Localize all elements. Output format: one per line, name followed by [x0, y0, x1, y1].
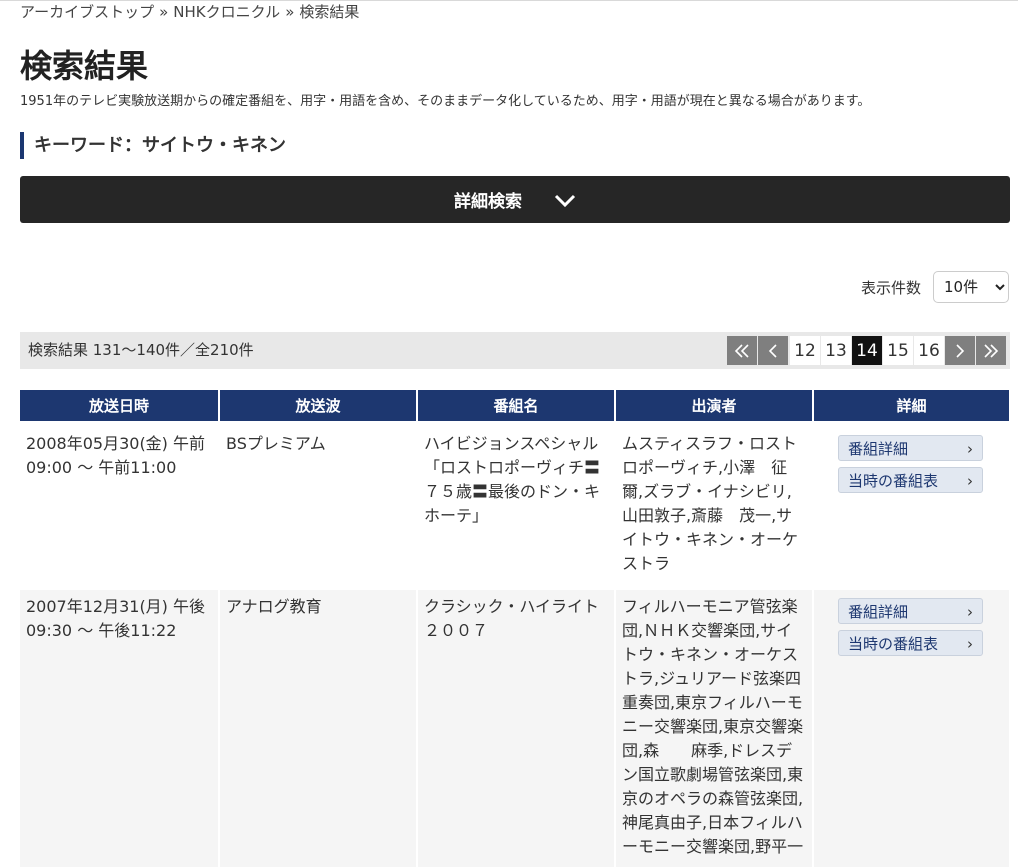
- header-performers: 出演者: [614, 390, 812, 421]
- program-detail-button[interactable]: 番組詳細 ›: [838, 598, 983, 624]
- page-next-button[interactable]: [945, 336, 975, 365]
- breadcrumb-current: 検索結果: [299, 3, 360, 21]
- chevron-right-icon: [956, 343, 965, 358]
- top-divider: [0, 0, 1018, 1]
- pagination: 12 13 14 15 16: [726, 336, 1006, 365]
- cell-detail: 番組詳細 › 当時の番組表 ›: [812, 590, 1009, 867]
- cell-performers: フィルハーモニア管弦楽団,ＮＨＫ交響楽団,サイトウ・キネン・オーケストラ,ジュリ…: [614, 590, 812, 867]
- detail-search-label: 詳細検索: [454, 192, 522, 212]
- per-page-select[interactable]: 10件: [933, 271, 1009, 303]
- page-title: 検索結果: [20, 47, 149, 85]
- breadcrumb-separator: »: [285, 3, 295, 21]
- program-schedule-label: 当時の番組表: [848, 472, 939, 490]
- page-first-button[interactable]: [727, 336, 757, 365]
- breadcrumb-separator: »: [159, 3, 169, 21]
- cell-datetime: 2008年05月30(金) 午前09:00 〜 午前11:00: [20, 427, 218, 584]
- header-program: 番組名: [416, 390, 614, 421]
- page-number-12[interactable]: 12: [790, 336, 820, 365]
- chevron-down-icon: [554, 194, 576, 207]
- results-table: 放送日時 放送波 番組名 出演者 詳細 2008年05月30(金) 午前09:0…: [20, 390, 1009, 867]
- cell-performers: ムスティスラフ・ロストロポーヴィチ,小澤 征爾,ズラブ・イナシビリ,山田敦子,斎…: [614, 427, 812, 584]
- program-schedule-button[interactable]: 当時の番組表 ›: [838, 630, 983, 656]
- header-detail: 詳細: [812, 390, 1009, 421]
- page-number-16[interactable]: 16: [914, 336, 944, 365]
- program-detail-label: 番組詳細: [848, 440, 909, 458]
- page-prev-button[interactable]: [758, 336, 788, 365]
- chevron-left-icon: [768, 343, 777, 358]
- table-row: 2008年05月30(金) 午前09:00 〜 午前11:00 BSプレミアム …: [20, 427, 1009, 584]
- page-note: 1951年のテレビ実験放送期からの確定番組を、用字・用語を含め、そのままデータ化…: [20, 94, 871, 109]
- results-summary-bar: 検索結果 131〜140件／全210件 12 13 14 15 16: [20, 332, 1010, 369]
- cell-channel: アナログ教育: [218, 590, 416, 867]
- chevron-right-icon: ›: [967, 603, 973, 621]
- cell-program: ハイビジョンスペシャル「ロストロポーヴィチ〓７５歳〓最後のドン・キホーテ」: [416, 427, 614, 584]
- chevron-right-icon: ›: [967, 440, 973, 458]
- page-last-button[interactable]: [976, 336, 1006, 365]
- table-header-row: 放送日時 放送波 番組名 出演者 詳細: [20, 390, 1009, 421]
- header-channel: 放送波: [218, 390, 416, 421]
- cell-program: クラシック・ハイライト２００７: [416, 590, 614, 867]
- results-count: 検索結果 131〜140件／全210件: [28, 341, 254, 359]
- program-detail-button[interactable]: 番組詳細 ›: [838, 435, 983, 461]
- program-schedule-button[interactable]: 当時の番組表 ›: [838, 467, 983, 493]
- cell-channel: BSプレミアム: [218, 427, 416, 584]
- program-schedule-label: 当時の番組表: [848, 635, 939, 653]
- breadcrumb-link-archives-top[interactable]: アーカイブストップ: [20, 3, 154, 21]
- breadcrumb-link-nhk-chronicle[interactable]: NHKクロニクル: [173, 3, 280, 21]
- detail-search-toggle[interactable]: 詳細検索: [20, 176, 1010, 223]
- page-number-current[interactable]: 14: [852, 336, 882, 365]
- program-detail-label: 番組詳細: [848, 603, 909, 621]
- double-chevron-left-icon: [734, 343, 749, 358]
- page-number-13[interactable]: 13: [821, 336, 851, 365]
- per-page-label: 表示件数: [860, 278, 921, 297]
- keyword-heading: キーワード：サイトウ・キネン: [20, 132, 286, 159]
- per-page-control: 表示件数 10件: [861, 271, 1009, 303]
- page-number-15[interactable]: 15: [883, 336, 913, 365]
- breadcrumb: アーカイブストップ» NHKクロニクル» 検索結果: [20, 3, 359, 21]
- chevron-right-icon: ›: [967, 635, 973, 653]
- cell-detail: 番組詳細 › 当時の番組表 ›: [812, 427, 1009, 584]
- double-chevron-right-icon: [984, 343, 999, 358]
- header-datetime: 放送日時: [20, 390, 218, 421]
- table-row: 2007年12月31(月) 午後09:30 〜 午後11:22 アナログ教育 ク…: [20, 590, 1009, 867]
- cell-datetime: 2007年12月31(月) 午後09:30 〜 午後11:22: [20, 590, 218, 867]
- chevron-right-icon: ›: [967, 472, 973, 490]
